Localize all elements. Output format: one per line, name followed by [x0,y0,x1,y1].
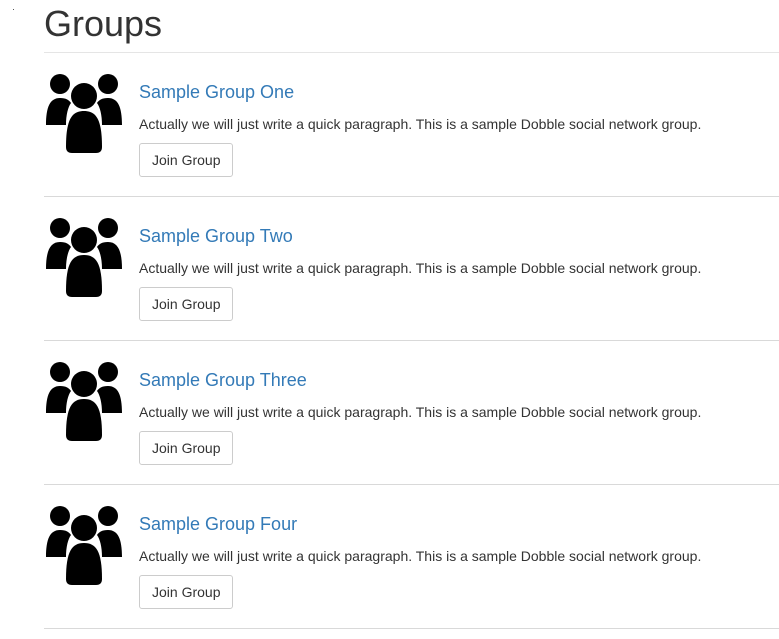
users-icon [46,218,122,297]
group-item: Sample Group One Actually we will just w… [44,53,779,197]
group-description: Actually we will just write a quick para… [139,116,702,132]
group-description: Actually we will just write a quick para… [139,404,702,420]
group-name-link[interactable]: Sample Group Two [139,226,293,246]
group-description: Actually we will just write a quick para… [139,548,702,564]
users-icon [46,74,122,153]
users-icon [46,506,122,585]
join-group-button[interactable]: Join Group [139,287,234,321]
group-item: Sample Group Three Actually we will just… [44,341,779,485]
join-group-button[interactable]: Join Group [139,431,234,465]
group-name-link[interactable]: Sample Group Four [139,514,297,534]
page-title: Groups [44,3,163,44]
group-item: Sample Group Two Actually we will just w… [44,197,779,341]
group-name-link[interactable]: Sample Group One [139,82,294,102]
users-icon [46,362,122,441]
join-group-button[interactable]: Join Group [139,575,234,609]
main-content: Groups Sample Group One Actually we will… [44,0,779,629]
groups-page: Groups Sample Group One Actually we will… [0,0,779,639]
join-group-button[interactable]: Join Group [139,143,234,177]
page-header: Groups [44,0,779,53]
group-item: Sample Group Four Actually we will just … [44,485,779,629]
stray-dot [13,9,14,10]
group-list: Sample Group One Actually we will just w… [44,53,779,629]
group-description: Actually we will just write a quick para… [139,260,702,276]
group-name-link[interactable]: Sample Group Three [139,370,307,390]
